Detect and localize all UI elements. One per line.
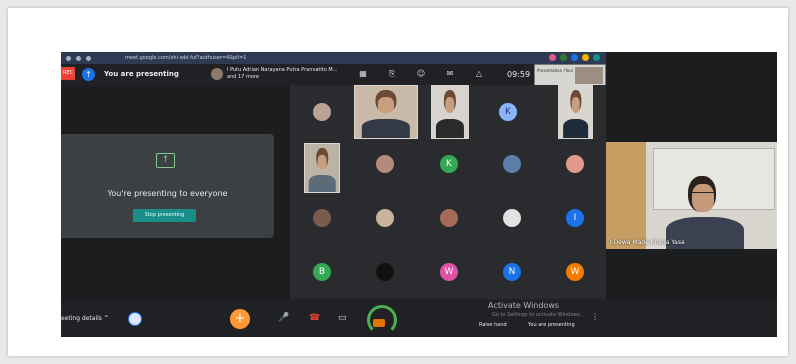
presentation-preview[interactable]: Presentation (You) — [534, 64, 606, 87]
audio-level-fill — [373, 319, 385, 327]
participant-body — [562, 119, 589, 138]
chevron-up-icon: ^ — [103, 315, 109, 322]
participant-face — [377, 97, 395, 114]
presentation-preview-image — [575, 67, 603, 84]
grid-layout-icon[interactable]: ▦ — [358, 69, 368, 79]
reload-icon[interactable] — [86, 55, 91, 61]
raise-hand-button[interactable]: Raise hand — [479, 322, 507, 328]
chat-icon[interactable]: ✉ — [445, 69, 455, 79]
participant-photo-avatar[interactable] — [503, 155, 521, 173]
extension-icons — [549, 54, 600, 61]
activate-windows-watermark: Activate Windows — [488, 301, 560, 310]
participant-photo-avatar[interactable] — [566, 155, 584, 173]
camera-toggle-icon[interactable]: ▭ — [338, 313, 347, 323]
camera-person-glasses — [692, 192, 714, 198]
presenting-title: You're presenting to everyone — [107, 189, 228, 198]
participant-avatar[interactable]: K — [499, 103, 517, 121]
pinned-participant-name: I Putu Adrian Narayana Putra Pranvatito … — [227, 67, 337, 81]
account-icon[interactable] — [128, 312, 142, 326]
presenting-panel: ↑ You're presenting to everyone Stop pre… — [61, 134, 274, 238]
extension-icon[interactable] — [560, 54, 567, 61]
more-options-icon[interactable]: ⋮ — [591, 312, 599, 321]
presenting-user-icon: ↑ — [82, 68, 95, 81]
self-camera-tile[interactable]: I Dewa Made Krisna Yasa — [606, 142, 777, 249]
pinned-name-line1: I Putu Adrian Narayana Putra Pranvatito … — [227, 67, 338, 73]
participant-avatar[interactable]: I — [566, 209, 584, 227]
meeting-details-button[interactable]: eeting details ^ — [61, 315, 109, 322]
people-icon[interactable]: ☺ — [416, 69, 426, 79]
participant-avatar[interactable]: N — [503, 263, 521, 281]
participant-video-tile[interactable] — [431, 85, 469, 139]
participant-photo-avatar[interactable] — [503, 209, 521, 227]
participant-photo-avatar[interactable] — [376, 155, 394, 173]
participant-photo-avatar[interactable] — [376, 263, 394, 281]
mic-icon[interactable]: 🎤 — [278, 313, 289, 323]
participant-body — [361, 119, 411, 138]
recording-badge: REC — [61, 67, 75, 80]
back-icon[interactable] — [66, 55, 71, 61]
presentation-preview-label: Presentation (You) — [537, 68, 574, 73]
participant-photo-avatar[interactable] — [376, 209, 394, 227]
stop-presenting-button[interactable]: Stop presenting — [133, 209, 196, 222]
photo-frame: meet.google.com/vhi-wbi-fuf?authuser=4&p… — [8, 8, 788, 356]
extension-icon[interactable] — [571, 54, 578, 61]
meet-top-bar: REC ↑ You are presenting I Putu Adrian N… — [61, 64, 606, 87]
hangup-icon[interactable]: ☎ — [309, 313, 320, 323]
participant-avatar[interactable]: B — [313, 263, 331, 281]
participant-face — [445, 97, 455, 114]
captions-icon[interactable]: ⎘ — [387, 69, 397, 79]
participant-video-tile[interactable] — [558, 85, 593, 139]
participant-video-tile[interactable] — [304, 143, 340, 193]
participant-face — [317, 154, 327, 169]
pinned-participant-avatar — [211, 68, 223, 80]
presenting-label: You are presenting — [104, 70, 179, 78]
participant-photo-avatar[interactable] — [313, 209, 331, 227]
camera-door — [606, 142, 646, 249]
pinned-name-line2: and 17 more — [227, 74, 259, 80]
meeting-clock: 09:59 — [507, 70, 531, 79]
camera-participant-name: I Dewa Made Krisna Yasa — [610, 239, 685, 246]
top-icon-row: ▦ ⎘ ☺ ✉ △ — [358, 69, 484, 79]
participant-body — [308, 174, 336, 192]
participant-face — [571, 97, 580, 114]
meeting-details-label: eeting details — [61, 315, 102, 322]
participant-photo-avatar[interactable] — [313, 103, 331, 121]
activate-windows-subtext: Go to Settings to activate Windows. — [492, 312, 582, 318]
participant-grid: K K I B W N W — [290, 85, 606, 299]
meet-screen: meet.google.com/vhi-wbi-fuf?authuser=4&p… — [61, 52, 777, 337]
extension-icon[interactable] — [549, 54, 556, 61]
add-button[interactable]: + — [230, 309, 250, 329]
participant-avatar[interactable]: W — [566, 263, 584, 281]
activities-icon[interactable]: △ — [474, 69, 484, 79]
extension-icon[interactable] — [593, 54, 600, 61]
bottom-control-bar: eeting details ^ + 🎤 ☎ ▭ Activate Window… — [61, 299, 777, 337]
participant-body — [435, 119, 465, 138]
participant-photo-avatar[interactable] — [440, 209, 458, 227]
you-are-presenting-button[interactable]: You are presenting — [528, 322, 575, 328]
url-text[interactable]: meet.google.com/vhi-wbi-fuf?authuser=4&p… — [125, 55, 246, 61]
present-screen-icon: ↑ — [156, 153, 175, 168]
extension-icon[interactable] — [582, 54, 589, 61]
forward-icon[interactable] — [76, 55, 81, 61]
camera-person-face — [692, 184, 714, 212]
participant-video-tile[interactable] — [354, 85, 418, 139]
participant-avatar[interactable]: W — [440, 263, 458, 281]
participant-avatar[interactable]: K — [440, 155, 458, 173]
browser-address-bar[interactable]: meet.google.com/vhi-wbi-fuf?authuser=4&p… — [61, 52, 606, 64]
